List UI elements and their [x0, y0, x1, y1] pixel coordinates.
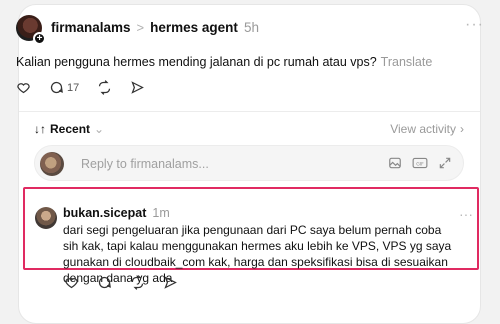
sort-bar: ↓↑ Recent ⌄ View activity ›: [34, 122, 464, 136]
expand-icon[interactable]: [437, 155, 453, 171]
reply-count: 17: [67, 81, 80, 94]
repost-icon: [99, 80, 111, 95]
post-text: Kalian pengguna hermes mending jalanan d…: [16, 55, 432, 69]
share-button[interactable]: [163, 275, 178, 290]
reply-username[interactable]: bukan.sicepat: [63, 206, 146, 220]
like-button[interactable]: [16, 80, 31, 95]
avatar: [40, 152, 64, 176]
community-name[interactable]: hermes agent: [150, 20, 238, 35]
more-options-icon[interactable]: ···: [465, 17, 484, 33]
post-actions: 17: [16, 80, 163, 95]
translate-link[interactable]: Translate: [381, 55, 433, 69]
sort-arrows-icon: ↓↑: [34, 122, 46, 136]
share-button[interactable]: [130, 80, 145, 95]
send-icon: [164, 276, 177, 289]
follow-plus-icon[interactable]: +: [33, 32, 46, 45]
comment-icon: [98, 276, 111, 289]
avatar[interactable]: +: [16, 15, 46, 45]
reply-input[interactable]: Reply to firmanalams... GIF: [34, 145, 464, 181]
view-activity-link[interactable]: View activity ›: [390, 122, 464, 136]
like-button[interactable]: [64, 275, 79, 290]
reply-button[interactable]: 17: [49, 80, 79, 95]
sort-dropdown[interactable]: ↓↑ Recent ⌄: [34, 122, 104, 136]
post-username[interactable]: firmanalams: [51, 20, 131, 35]
repost-button[interactable]: [130, 275, 145, 290]
gif-icon[interactable]: GIF: [412, 155, 428, 171]
send-icon: [131, 81, 145, 94]
heart-icon: [17, 83, 30, 94]
reply-toolbar: GIF: [387, 155, 453, 171]
image-icon[interactable]: [387, 155, 403, 171]
post-header: firmanalams > hermes agent 5h: [51, 20, 259, 35]
reply-button[interactable]: [97, 275, 112, 290]
reply-actions: [64, 275, 196, 290]
chevron-right-icon: ›: [460, 122, 464, 136]
reply-header: bukan.sicepat 1m: [63, 206, 170, 220]
view-activity-label: View activity: [390, 122, 456, 136]
divider: [19, 111, 480, 112]
heart-icon: [65, 278, 78, 289]
post-time: 5h: [243, 20, 259, 35]
reply-time: 1m: [152, 206, 170, 220]
more-options-icon[interactable]: ···: [459, 207, 473, 221]
sort-label: Recent: [50, 122, 91, 136]
avatar[interactable]: [35, 207, 57, 229]
svg-text:GIF: GIF: [416, 161, 424, 167]
chevron-down-icon: ⌄: [94, 122, 105, 136]
post-body: Kalian pengguna hermes mending jalanan d…: [16, 55, 377, 69]
repost-icon: [131, 275, 144, 290]
repost-button[interactable]: [97, 80, 112, 95]
reply-placeholder: Reply to firmanalams...: [81, 157, 209, 171]
chevron-right-icon: >: [136, 20, 145, 35]
comment-icon: [50, 81, 63, 94]
